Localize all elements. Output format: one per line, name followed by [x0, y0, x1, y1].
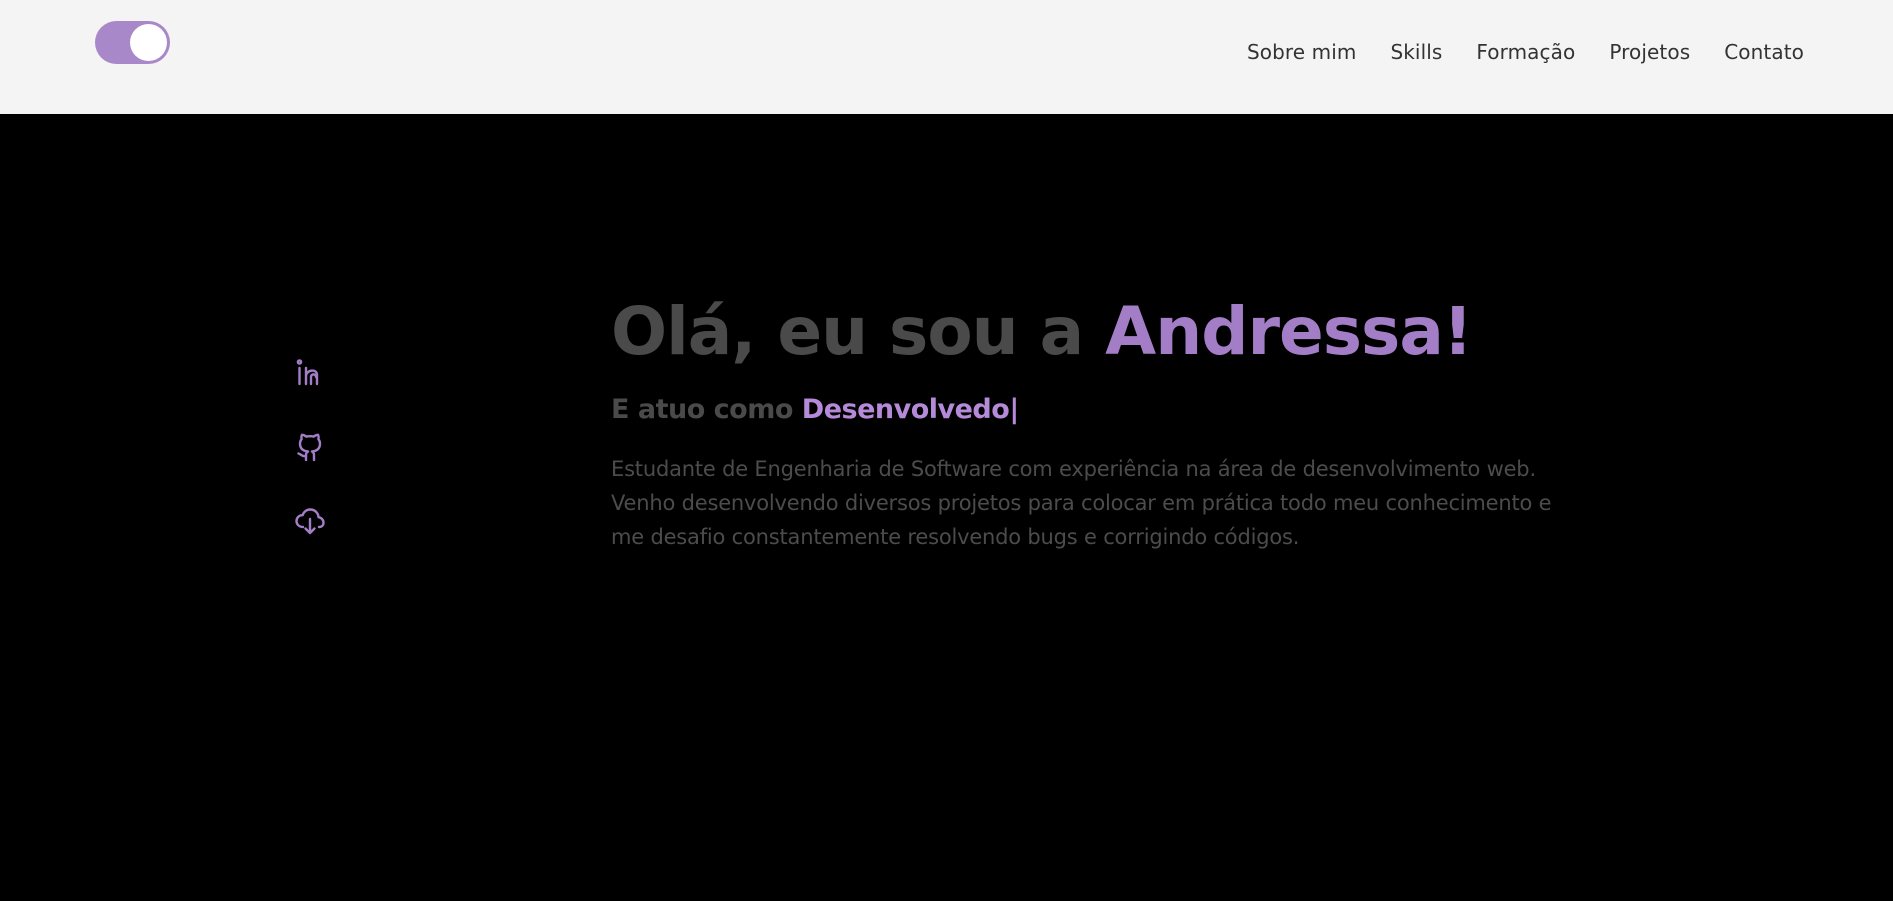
cloud-download-icon[interactable]	[294, 505, 326, 537]
hero-role-line: E atuo como Desenvolvedo|	[611, 392, 1591, 428]
theme-toggle[interactable]	[95, 21, 170, 64]
nav-link-projetos[interactable]: Projetos	[1609, 40, 1690, 64]
hero-role-prefix: E atuo como	[611, 394, 802, 425]
hero-name: Andressa!	[1105, 293, 1473, 370]
main-nav: Sobre mim Skills Formação Projetos Conta…	[1247, 40, 1804, 64]
nav-link-sobre-mim[interactable]: Sobre mim	[1247, 40, 1357, 64]
social-links	[294, 357, 326, 537]
nav-link-skills[interactable]: Skills	[1390, 40, 1442, 64]
github-icon[interactable]	[294, 431, 326, 463]
hero-section: Olá, eu sou a Andressa! E atuo como Dese…	[611, 292, 1591, 554]
typing-cursor: |	[1009, 394, 1019, 425]
hero-description: Estudante de Engenharia de Software com …	[611, 457, 1552, 549]
hero-greeting: Olá, eu sou a	[611, 293, 1106, 370]
nav-link-formacao[interactable]: Formação	[1476, 40, 1575, 64]
toggle-knob	[130, 24, 167, 61]
hero-title: Olá, eu sou a Andressa!	[611, 292, 1591, 372]
linkedin-icon[interactable]	[294, 357, 326, 389]
nav-link-contato[interactable]: Contato	[1724, 40, 1804, 64]
hero-role: Desenvolvedo	[801, 394, 1010, 425]
site-header: Sobre mim Skills Formação Projetos Conta…	[0, 0, 1893, 114]
